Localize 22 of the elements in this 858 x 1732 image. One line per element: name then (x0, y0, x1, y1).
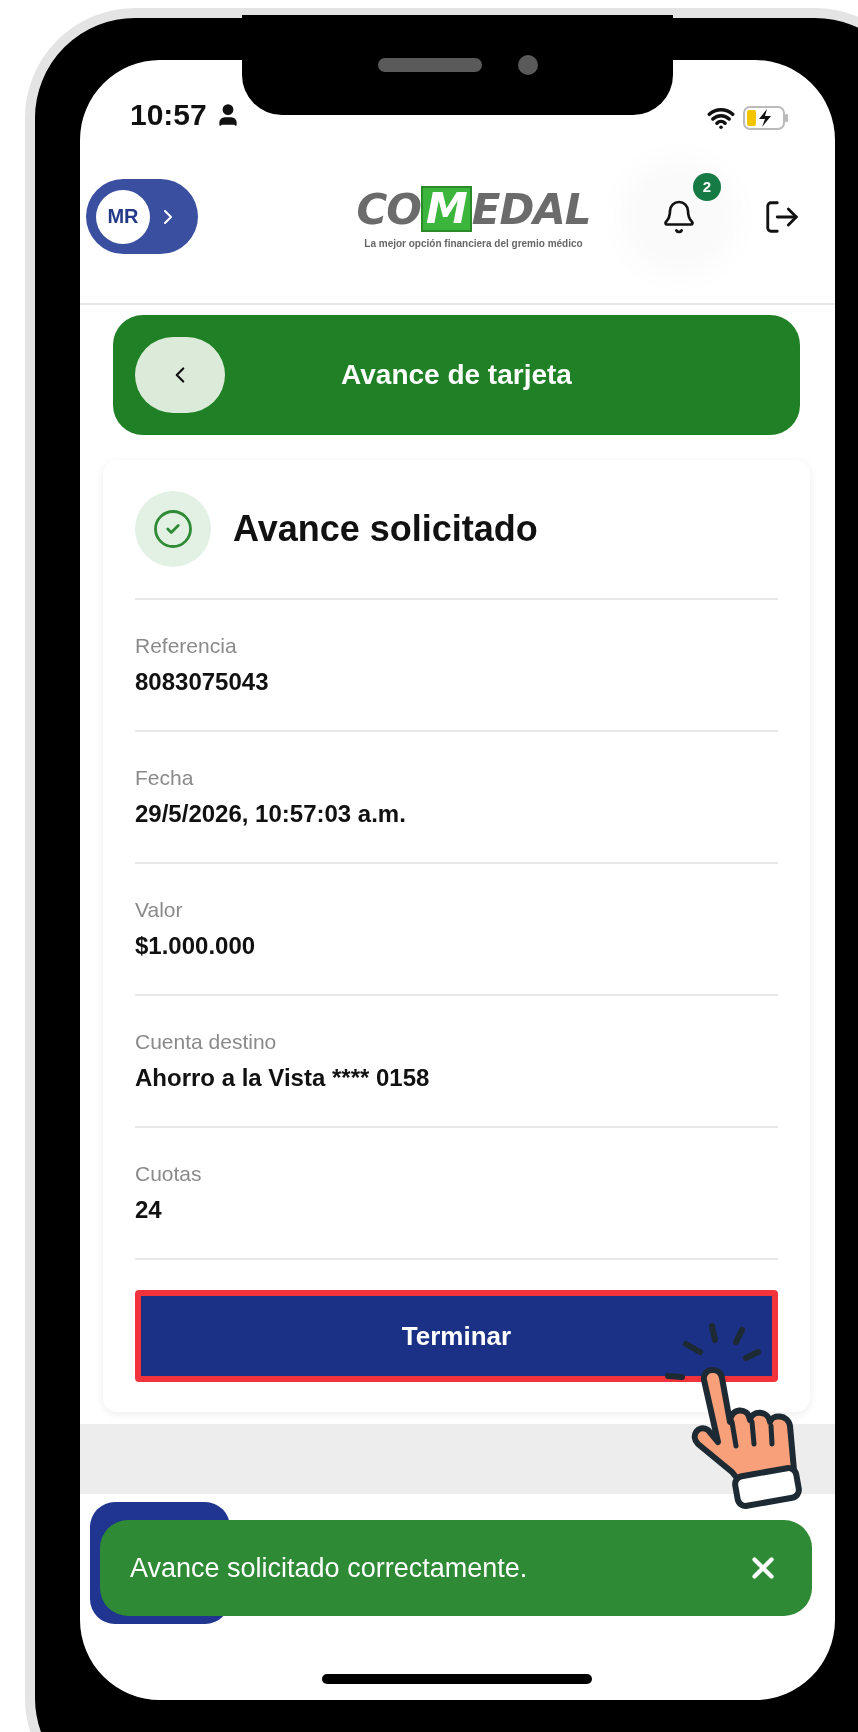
field-value: $1.000.000 (135, 932, 257, 960)
card-title: Avance solicitado (233, 508, 538, 550)
field-value: 24 (135, 1196, 163, 1224)
toast-message: Avance solicitado correctamente. (130, 1552, 528, 1584)
field-label: Valor (135, 898, 184, 922)
status-time: 10:57 (130, 98, 207, 132)
battery-charging-icon (743, 106, 789, 130)
logo-tagline: La mejor opción financiera del gremio médico (364, 237, 583, 249)
field-value: Ahorro a la Vista **** 0158 (135, 1064, 431, 1092)
field-label: Cuotas (135, 1162, 203, 1186)
field-value: 29/5/2026, 10:57:03 a.m. (135, 800, 407, 828)
field-label: Fecha (135, 766, 195, 790)
field-label: Cuenta destino (135, 1030, 278, 1054)
logo-wordmark: COMEDAL (356, 184, 591, 234)
banner-title: Avance de tarjeta (341, 359, 572, 391)
camera-dot (517, 55, 538, 75)
profile-button[interactable]: MR (86, 179, 198, 254)
notification-badge: 2 (693, 172, 721, 201)
field-value: 8083075043 (135, 668, 270, 696)
finish-button[interactable]: Terminar (135, 1290, 778, 1382)
field-label: Referencia (135, 634, 238, 658)
bell-icon (661, 198, 697, 235)
